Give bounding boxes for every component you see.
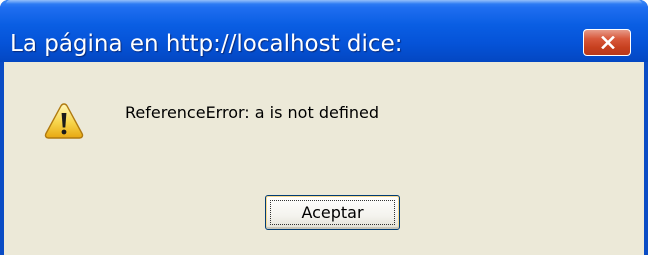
close-x-icon xyxy=(601,36,615,49)
title-bar-highlight xyxy=(6,0,642,4)
window-frame-right xyxy=(644,62,648,255)
ok-button[interactable]: Aceptar xyxy=(265,195,400,230)
title-bar[interactable]: La página en http://localhost dice: xyxy=(0,0,648,62)
error-message: ReferenceError: a is not defined xyxy=(125,103,380,122)
dialog-body: ReferenceError: a is not defined Aceptar xyxy=(4,62,644,255)
alert-dialog-window: La página en http://localhost dice: Refe… xyxy=(0,0,648,255)
warning-icon xyxy=(44,103,84,139)
window-title: La página en http://localhost dice: xyxy=(10,31,403,57)
close-button[interactable] xyxy=(583,29,631,56)
ok-button-label: Aceptar xyxy=(301,203,364,222)
